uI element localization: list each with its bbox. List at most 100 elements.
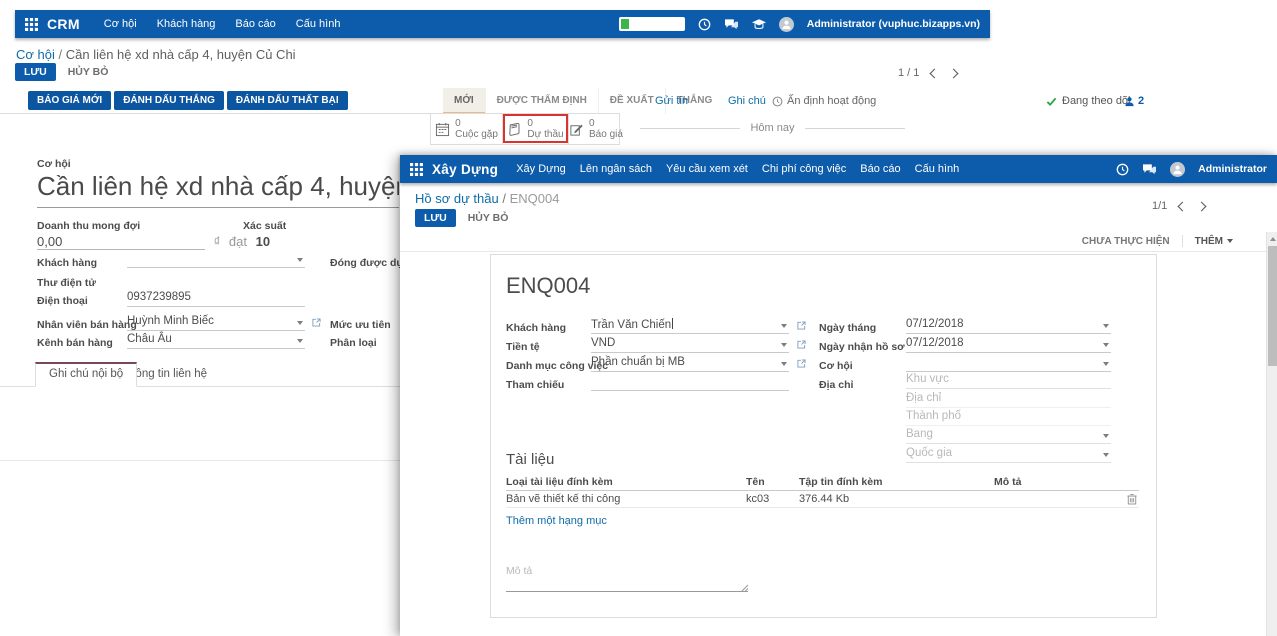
address-state-input[interactable]: Bang	[906, 428, 1111, 444]
sales-channel-input[interactable]: Châu Âu	[127, 333, 305, 349]
col-attached-file: Tập tin đính kèm	[799, 476, 882, 488]
new-quotation-button[interactable]: BÁO GIÁ MỚI	[28, 91, 111, 110]
record-pager: 1 / 1	[898, 67, 957, 79]
customer-external-link-icon[interactable]	[797, 321, 806, 330]
user-menu[interactable]: Administrator (vuphuc.bizapps.vn)	[807, 18, 980, 30]
cell-attached-file[interactable]: 376.44 Kb	[799, 493, 849, 505]
received-date-label: Ngày nhận hồ sơ	[819, 341, 905, 353]
menu-yeu-cau-xem-xet[interactable]: Yêu cầu xem xét	[666, 163, 748, 175]
menu-len-ngan-sach[interactable]: Lên ngân sách	[580, 163, 652, 175]
address-label: Địa chỉ	[819, 379, 853, 391]
breadcrumb-parent[interactable]: Hồ sơ dự thầu	[415, 191, 499, 206]
reach-text: đạt	[229, 234, 247, 249]
breadcrumb-current: Cần liên hệ xd nhà cấp 4, huyện Củ Chi	[66, 47, 296, 62]
meetings-stat-button[interactable]: 0Cuộc gặp	[431, 114, 503, 144]
menu-cau-hinh[interactable]: Cấu hình	[296, 18, 341, 30]
pager-next-icon[interactable]	[1197, 201, 1207, 211]
vertical-scrollbar[interactable]	[1266, 232, 1277, 636]
messages-chat-icon[interactable]	[1142, 163, 1157, 176]
menu-co-hoi[interactable]: Cơ hội	[104, 18, 137, 30]
user-avatar[interactable]	[779, 17, 794, 32]
crm-main-menu: Cơ hội Khách hàng Báo cáo Cấu hình	[104, 18, 341, 30]
discard-button[interactable]: HỦY BỎ	[461, 209, 516, 227]
menu-bao-cao[interactable]: Báo cáo	[860, 163, 900, 175]
job-category-external-link-icon[interactable]	[797, 359, 806, 368]
address-country-input[interactable]: Quốc gia	[906, 447, 1111, 463]
date-input[interactable]: 07/12/2018	[906, 318, 1111, 334]
schedule-activity-button[interactable]: Ấn định hoạt động	[772, 88, 876, 114]
activities-clock-icon[interactable]	[1116, 163, 1129, 176]
menu-xay-dung[interactable]: Xây Dựng	[516, 163, 566, 175]
menu-chi-phi-cong-viec[interactable]: Chi phí công việc	[762, 163, 846, 175]
scrollbar-thumb[interactable]	[1268, 246, 1277, 366]
cell-name[interactable]: kc03	[746, 493, 769, 505]
probability-value[interactable]: 10	[256, 234, 270, 249]
log-note-button[interactable]: Ghi chú	[728, 88, 766, 114]
timer-widget[interactable]	[619, 17, 685, 31]
pager-previous-icon[interactable]	[1178, 201, 1188, 211]
tab-internal-notes[interactable]: Ghi chú nội bộ	[35, 362, 137, 387]
pager-next-icon[interactable]	[949, 68, 959, 78]
apps-grid-icon[interactable]	[25, 18, 38, 31]
breadcrumb-parent[interactable]: Cơ hội	[16, 47, 55, 62]
stage-new[interactable]: MỚI	[443, 88, 485, 114]
dropdown-caret-icon	[781, 324, 787, 328]
discard-button[interactable]: HỦY BỎ	[61, 63, 116, 81]
user-menu[interactable]: Administrator	[1198, 163, 1267, 175]
dropdown-caret-icon	[1103, 324, 1109, 328]
cell-attachment-type[interactable]: Bản vẽ thiết kế thi công	[506, 493, 620, 505]
currency-external-link-icon[interactable]	[797, 340, 806, 349]
phone-input[interactable]: 0937239895	[127, 291, 305, 307]
stage-qualified[interactable]: ĐƯỢC THẨM ĐỊNH	[485, 88, 598, 114]
pager-value: 1 / 1	[898, 67, 919, 79]
followers-counter[interactable]: 2	[1124, 88, 1144, 114]
description-textarea[interactable]: Mô tả	[506, 565, 532, 577]
stage-not-done[interactable]: CHƯA THỰC HIỆN	[1082, 236, 1170, 247]
timer-indicator	[621, 19, 629, 29]
expected-revenue-input[interactable]: 0,00	[37, 234, 205, 250]
more-dropdown[interactable]: THÊM	[1195, 236, 1233, 247]
mark-won-button[interactable]: ĐÁNH DẤU THẮNG	[114, 91, 224, 110]
opportunity-title-input[interactable]: Cần liên hệ xd nhà cấp 4, huyện Củ Chi	[37, 171, 399, 202]
reference-label: Tham chiếu	[506, 379, 564, 391]
dropdown-caret-icon	[1103, 434, 1109, 438]
divider	[1182, 235, 1183, 247]
messages-chat-icon[interactable]	[724, 18, 739, 31]
add-line-link[interactable]: Thêm một hạng mục	[506, 515, 1139, 527]
crm-navbar-right: Administrator (vuphuc.bizapps.vn)	[619, 17, 980, 32]
opportunity-input[interactable]	[906, 356, 1111, 372]
address-area-input[interactable]: Khu vực	[906, 373, 1111, 389]
menu-cau-hinh[interactable]: Cấu hình	[915, 163, 960, 175]
following-toggle[interactable]: Đang theo dõi	[1046, 88, 1131, 114]
scroll-up-icon[interactable]	[1270, 237, 1276, 241]
mark-lost-button[interactable]: ĐÁNH DẤU THẤT BẠI	[227, 91, 348, 110]
user-avatar[interactable]	[1170, 162, 1185, 177]
address-street-input[interactable]: Địa chỉ	[906, 392, 1111, 408]
resize-handle-icon[interactable]	[741, 584, 749, 592]
activities-clock-icon[interactable]	[698, 18, 711, 31]
received-date-input[interactable]: 07/12/2018	[906, 337, 1111, 353]
academy-cap-icon[interactable]	[752, 19, 766, 30]
dropdown-caret-icon	[1103, 362, 1109, 366]
address-city-input[interactable]: Thành phố	[906, 410, 1111, 426]
send-message-button[interactable]: Gửi tin	[655, 88, 688, 114]
apps-grid-icon[interactable]	[410, 163, 423, 176]
stage-row: CHƯA THỰC HIỆN THÊM	[1082, 235, 1233, 247]
table-row[interactable]: Bản vẽ thiết kế thi công kc03 376.44 Kb	[506, 491, 1139, 508]
quotations-stat-button[interactable]: 0Báo giá	[569, 114, 623, 144]
save-button[interactable]: LƯU	[15, 63, 56, 81]
reference-input[interactable]	[591, 375, 789, 391]
save-button[interactable]: LƯU	[415, 209, 456, 227]
menu-khach-hang[interactable]: Khách hàng	[157, 18, 216, 30]
customer-input[interactable]	[127, 252, 305, 268]
customer-input[interactable]: Trần Văn Chiến	[591, 318, 789, 334]
menu-bao-cao[interactable]: Báo cáo	[235, 18, 275, 30]
salesperson-external-link-icon[interactable]	[312, 318, 321, 327]
currency-label: Tiền tệ	[506, 341, 540, 353]
job-category-input[interactable]: Phần chuẩn bị MB	[591, 356, 789, 372]
currency-input[interactable]: VND	[591, 337, 789, 353]
delete-row-trash-icon[interactable]	[1127, 493, 1137, 505]
pager-previous-icon[interactable]	[930, 68, 940, 78]
dropdown-caret-icon	[1103, 453, 1109, 457]
salesperson-input[interactable]: Huỳnh Minh Biếc	[127, 315, 305, 331]
